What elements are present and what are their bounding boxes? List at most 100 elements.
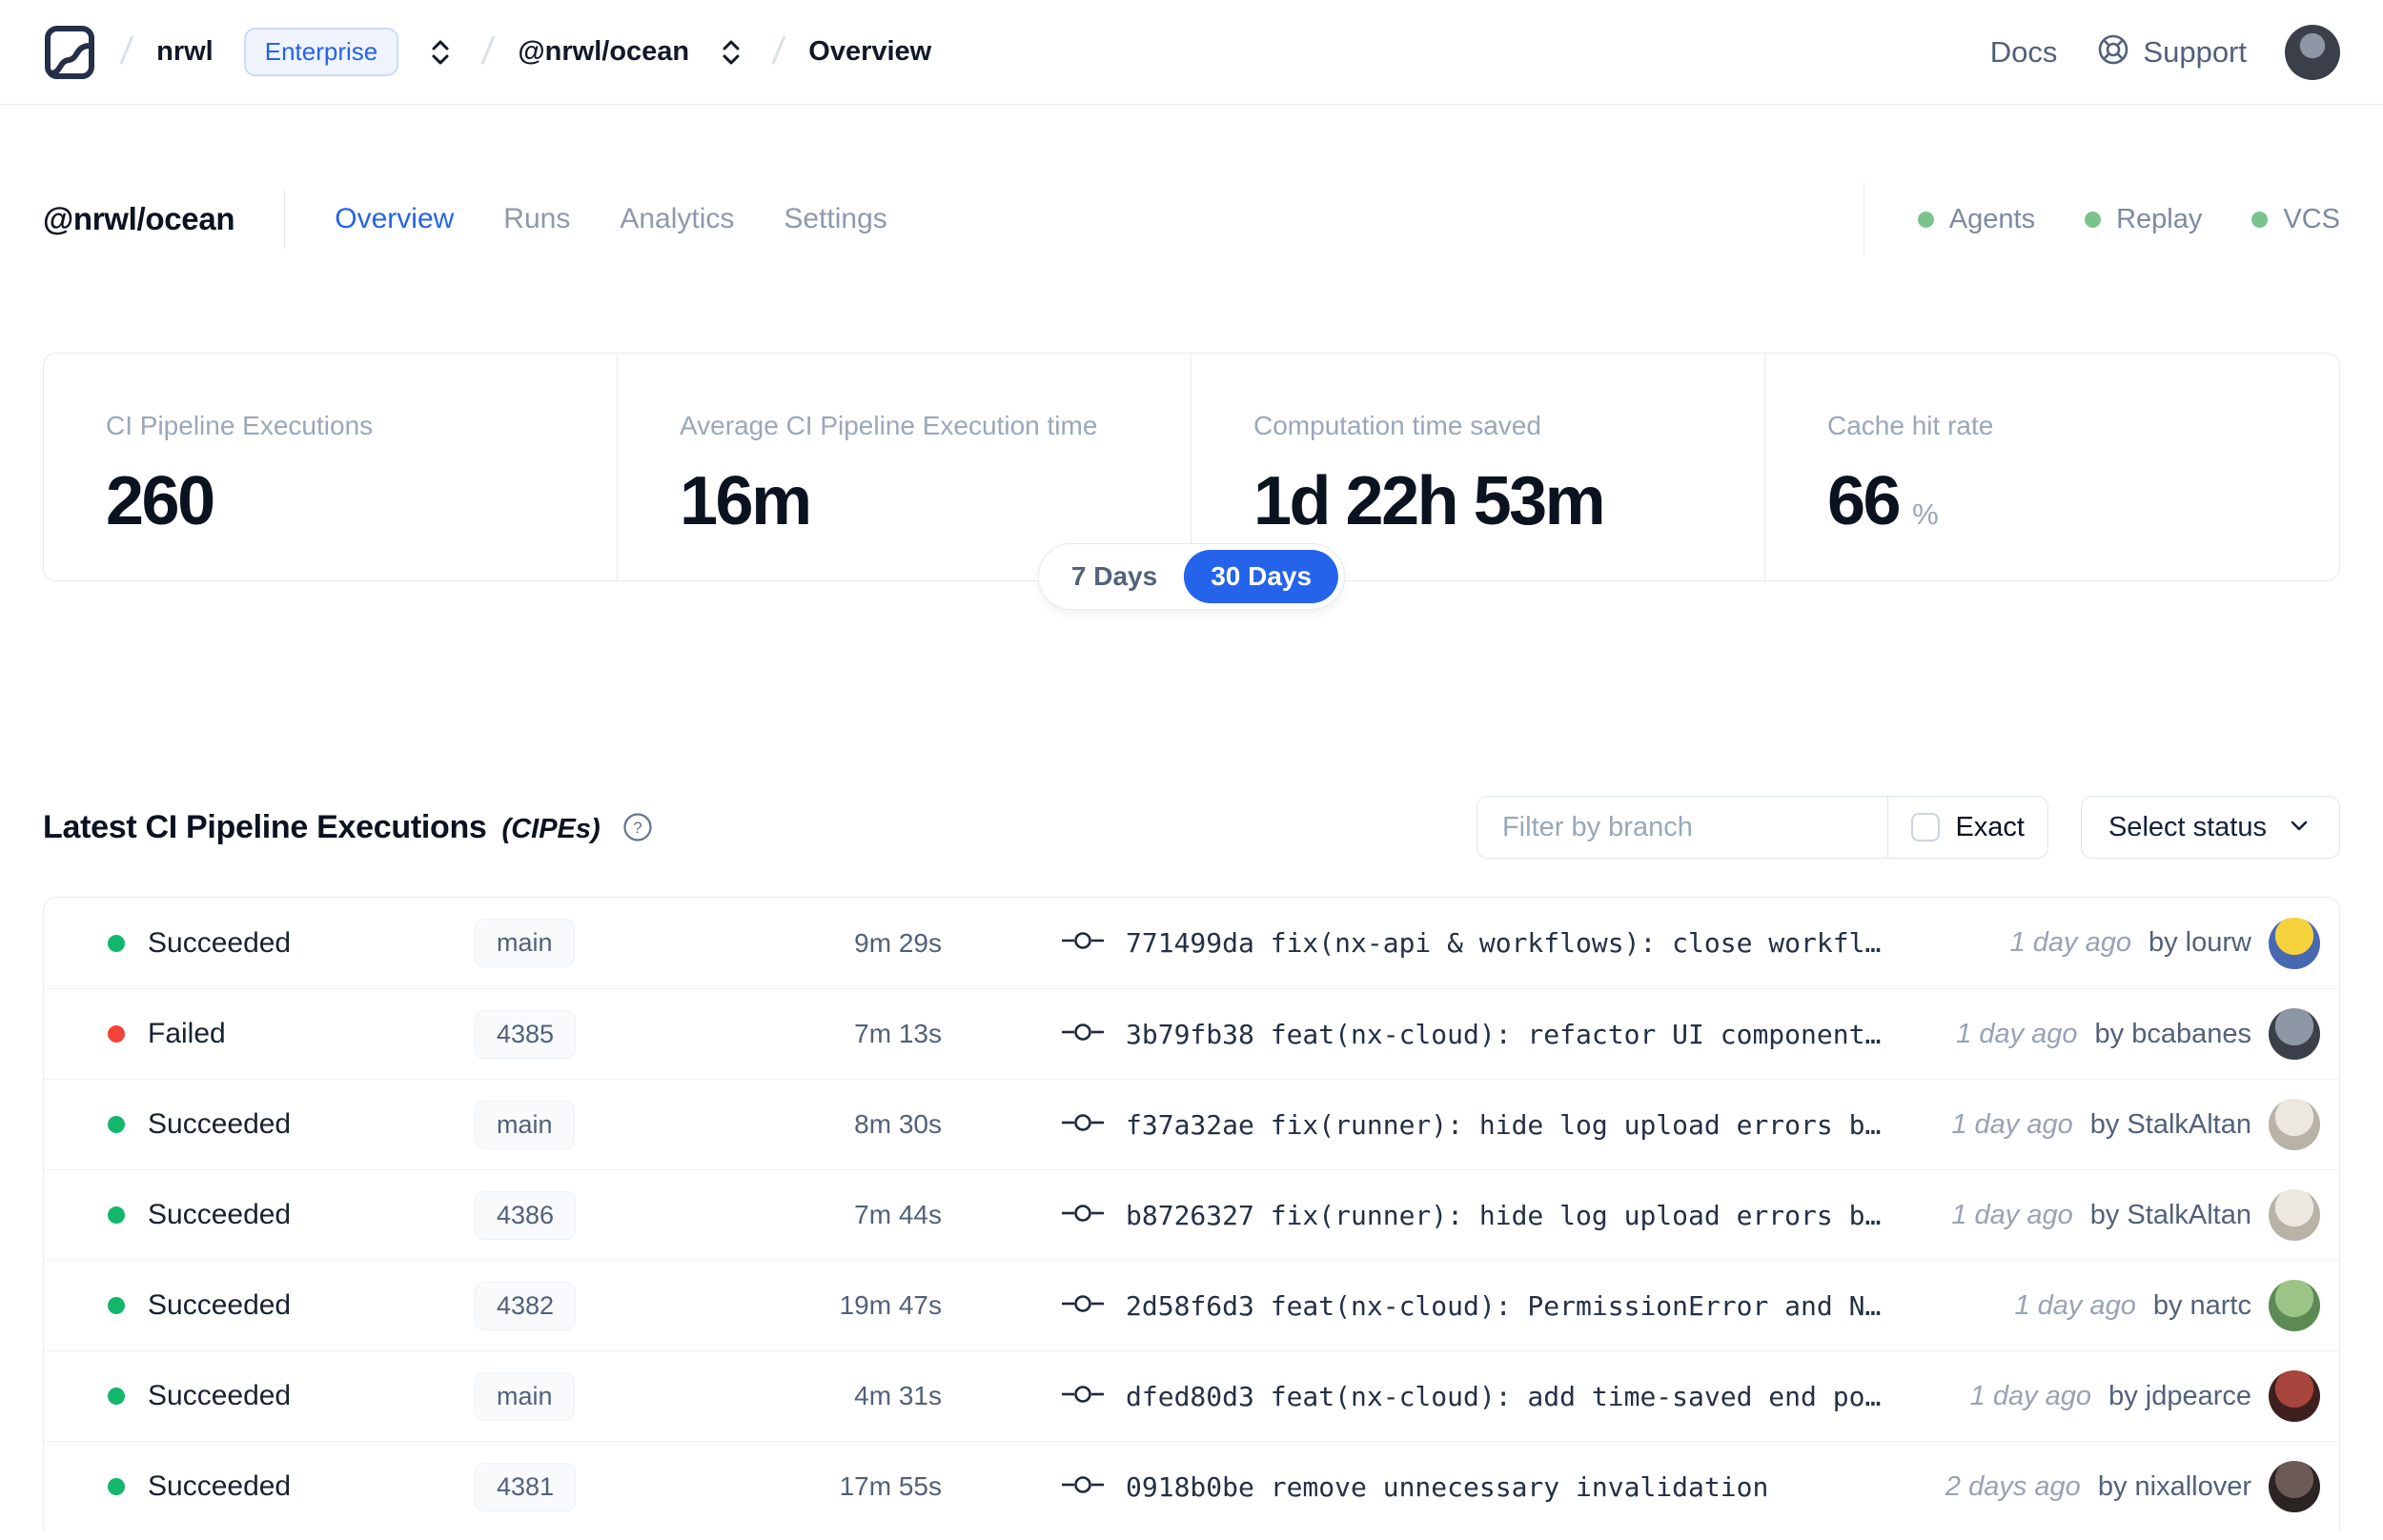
tab-settings[interactable]: Settings [784, 203, 886, 235]
row-commit: dfed80d3 feat(nx-cloud): add time-saved … [1061, 1381, 1942, 1412]
commit-message[interactable]: 771499da fix(nx-api & workflows): close … [1126, 927, 1881, 959]
help-icon[interactable]: ? [621, 811, 654, 843]
git-commit-icon [1061, 1292, 1105, 1320]
indicator-vcs: VCS [2251, 204, 2340, 235]
row-branch: main [475, 919, 713, 967]
status-label: Failed [148, 1018, 226, 1049]
exact-checkbox[interactable] [1911, 813, 1941, 841]
branch-filter-input[interactable] [1477, 797, 1888, 858]
cipe-row[interactable]: Succeeded main 8m 30s f37a32ae fix(runne… [44, 1079, 2339, 1169]
author[interactable]: by nartc [2153, 1290, 2251, 1322]
breadcrumb-workspace[interactable]: @nrwl/ocean [518, 36, 689, 68]
top-navbar: / nrwl Enterprise / @nrwl/ocean / Overvi… [0, 0, 2383, 105]
row-meta: 2 days ago by nixallover [1917, 1461, 2320, 1512]
author-avatar[interactable] [2269, 1280, 2320, 1331]
org-switcher-chevrons-icon[interactable] [427, 35, 454, 70]
indicator-label: Replay [2116, 203, 2203, 234]
green-dot-icon [2251, 211, 2269, 228]
branch-badge[interactable]: 4386 [475, 1190, 577, 1240]
status-dot-icon [108, 1206, 125, 1224]
author[interactable]: by bcabanes [2095, 1019, 2251, 1050]
row-branch: main [475, 1100, 713, 1149]
row-status: Succeeded [108, 1380, 475, 1412]
author-avatar[interactable] [2269, 1370, 2320, 1422]
cipe-row[interactable]: Succeeded 4386 7m 44s b8726327 fix(runne… [44, 1169, 2339, 1260]
breadcrumb-org[interactable]: nrwl [156, 36, 214, 68]
author[interactable]: by lourw [2149, 927, 2251, 959]
time-ago: 1 day ago [1951, 1108, 2073, 1140]
status-label: Succeeded [148, 1470, 292, 1502]
breadcrumb-slash: / [479, 30, 497, 72]
row-status: Failed [108, 1018, 475, 1050]
author-avatar[interactable] [2269, 1099, 2320, 1150]
branch-badge[interactable]: main [475, 1371, 575, 1421]
lifebuoy-icon [2095, 31, 2131, 72]
author-avatar[interactable] [2269, 917, 2320, 969]
commit-message[interactable]: 2d58f6d3 feat(nx-cloud): PermissionError… [1126, 1290, 1881, 1322]
row-status: Succeeded [108, 1470, 475, 1503]
status-label: Succeeded [148, 1108, 292, 1140]
time-ago: 1 day ago [1951, 1199, 2073, 1230]
row-branch: 4381 [475, 1462, 713, 1511]
range-option-7-days[interactable]: 7 Days [1045, 550, 1184, 603]
author[interactable]: by StalkAltan [2090, 1109, 2251, 1141]
cipe-row[interactable]: Succeeded main 9m 29s 771499da fix(nx-ap… [44, 898, 2339, 988]
row-commit: 3b79fb38 feat(nx-cloud): refactor UI com… [1061, 1019, 1927, 1050]
author-avatar[interactable] [2269, 1189, 2320, 1241]
author[interactable]: by nixallover [2098, 1471, 2251, 1503]
navbar-actions: Docs Support [1990, 24, 2340, 80]
author-avatar[interactable] [2269, 1461, 2320, 1512]
row-meta: 1 day ago by bcabanes [1927, 1008, 2320, 1060]
support-link[interactable]: Support [2095, 31, 2247, 72]
status-dot-icon [108, 1478, 125, 1495]
commit-message[interactable]: f37a32ae fix(runner): hide log upload er… [1126, 1109, 1881, 1141]
row-branch: 4382 [475, 1281, 713, 1330]
tab-overview[interactable]: Overview [335, 203, 454, 235]
svg-text:?: ? [633, 819, 642, 837]
cipe-title-wrap: Latest CI Pipeline Executions (CIPEs) [43, 809, 601, 846]
cipe-section-title-suffix: (CIPEs) [501, 813, 601, 844]
author[interactable]: by StalkAltan [2090, 1200, 2251, 1231]
commit-message[interactable]: 3b79fb38 feat(nx-cloud): refactor UI com… [1126, 1019, 1881, 1050]
branch-badge[interactable]: 4381 [475, 1462, 577, 1511]
cipe-table: Succeeded main 9m 29s 771499da fix(nx-ap… [43, 897, 2340, 1531]
main-content: @nrwl/ocean Overview Runs Analytics Setting… [0, 182, 2383, 1531]
row-commit: 0918b0be remove unnecessary invalidation [1061, 1471, 1917, 1503]
row-status: Succeeded [108, 1108, 475, 1141]
branch-filter-group: Exact [1476, 796, 2048, 859]
row-duration: 4m 31s [854, 1381, 942, 1410]
tab-runs[interactable]: Runs [503, 203, 570, 235]
row-meta: 1 day ago by lourw [1982, 917, 2320, 969]
range-option-30-days[interactable]: 30 Days [1184, 550, 1339, 603]
cipe-row[interactable]: Succeeded main 4m 31s dfed80d3 feat(nx-c… [44, 1350, 2339, 1441]
tab-analytics[interactable]: Analytics [620, 203, 734, 235]
status-label: Succeeded [148, 1380, 292, 1411]
author-avatar[interactable] [2269, 1008, 2320, 1060]
commit-message[interactable]: dfed80d3 feat(nx-cloud): add time-saved … [1126, 1381, 1881, 1412]
stat-value: 66 [1827, 463, 1902, 539]
cipe-row[interactable]: Succeeded 4381 17m 55s 0918b0be remove u… [44, 1441, 2339, 1531]
cipe-row[interactable]: Failed 4385 7m 13s 3b79fb38 feat(nx-clou… [44, 988, 2339, 1079]
nx-cloud-logo-icon[interactable] [43, 24, 96, 81]
commit-message[interactable]: b8726327 fix(runner): hide log upload er… [1126, 1200, 1881, 1231]
branch-badge[interactable]: 4382 [475, 1281, 577, 1330]
row-status: Succeeded [108, 1289, 475, 1322]
row-meta: 1 day ago by nartc [1986, 1280, 2320, 1331]
status-select-dropdown[interactable]: Select status [2080, 796, 2340, 859]
author[interactable]: by jdpearce [2108, 1381, 2251, 1412]
git-commit-icon [1061, 1021, 1105, 1048]
commit-message[interactable]: 0918b0be remove unnecessary invalidation [1126, 1471, 1768, 1503]
indicator-replay: Replay [2085, 204, 2202, 235]
branch-badge[interactable]: main [475, 919, 575, 967]
docs-link[interactable]: Docs [1990, 35, 2058, 70]
status-dot-icon [108, 1297, 125, 1314]
workspace-switcher-chevrons-icon[interactable] [718, 35, 744, 70]
cipe-row[interactable]: Succeeded 4382 19m 47s 2d58f6d3 feat(nx-… [44, 1260, 2339, 1350]
branch-badge[interactable]: 4385 [475, 1009, 577, 1059]
user-avatar[interactable] [2285, 24, 2340, 80]
stat-value: 1d 22h 53m [1253, 463, 1606, 539]
exact-toggle[interactable]: Exact [1887, 797, 2047, 858]
branch-badge[interactable]: main [475, 1100, 575, 1149]
support-label: Support [2143, 34, 2247, 69]
row-duration: 7m 13s [854, 1019, 942, 1048]
